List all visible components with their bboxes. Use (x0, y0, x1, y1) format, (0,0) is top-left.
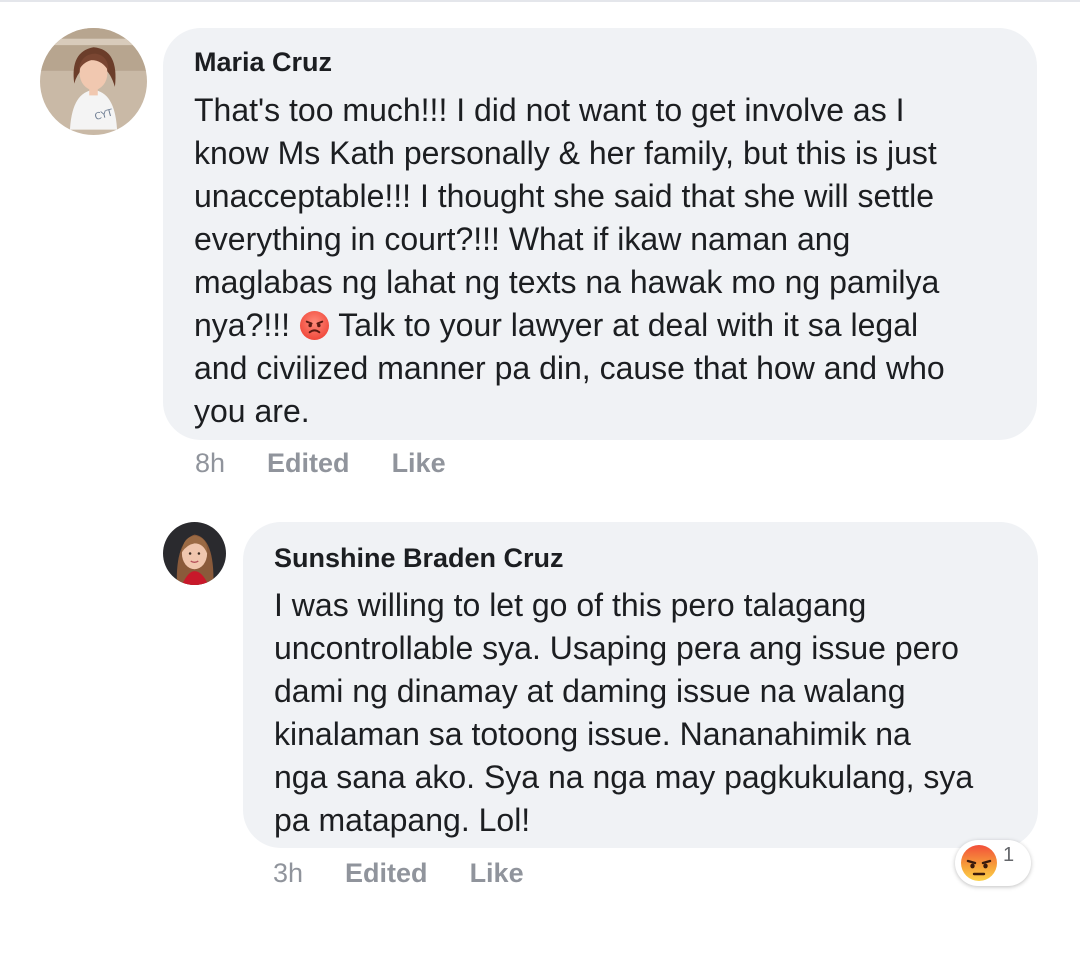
comment-text: I was willing to let go of this pero tal… (274, 587, 974, 838)
comment-timestamp[interactable]: 8h (195, 447, 225, 479)
like-button[interactable]: Like (470, 857, 524, 889)
top-divider (0, 0, 1080, 2)
comment-text: That's too much!!! I did not want to get… (194, 89, 1007, 433)
edited-label[interactable]: Edited (267, 447, 350, 479)
comment-bubble: Maria Cruz That's too much!!! I did not … (163, 28, 1037, 440)
comment-timestamp[interactable]: 3h (273, 857, 303, 889)
avatar[interactable] (163, 522, 226, 585)
comment-bubble: Sunshine Braden Cruz I was willing to le… (243, 522, 1038, 848)
avatar[interactable]: CYT (40, 28, 147, 135)
comment-meta: 3h Edited Like (273, 857, 524, 889)
angry-face-icon (299, 310, 330, 341)
reaction-count: 1 (1003, 844, 1015, 866)
comment-author[interactable]: Sunshine Braden Cruz (274, 542, 1008, 574)
comment-text-part: That's too much!!! I did not want to get… (194, 92, 940, 343)
comment-author[interactable]: Maria Cruz (194, 46, 1007, 78)
edited-label[interactable]: Edited (345, 857, 428, 889)
angry-reaction-icon (959, 843, 999, 883)
comment-meta: 8h Edited Like (195, 447, 446, 479)
reaction-count-badge[interactable]: 1 (955, 840, 1031, 886)
like-button[interactable]: Like (392, 447, 446, 479)
